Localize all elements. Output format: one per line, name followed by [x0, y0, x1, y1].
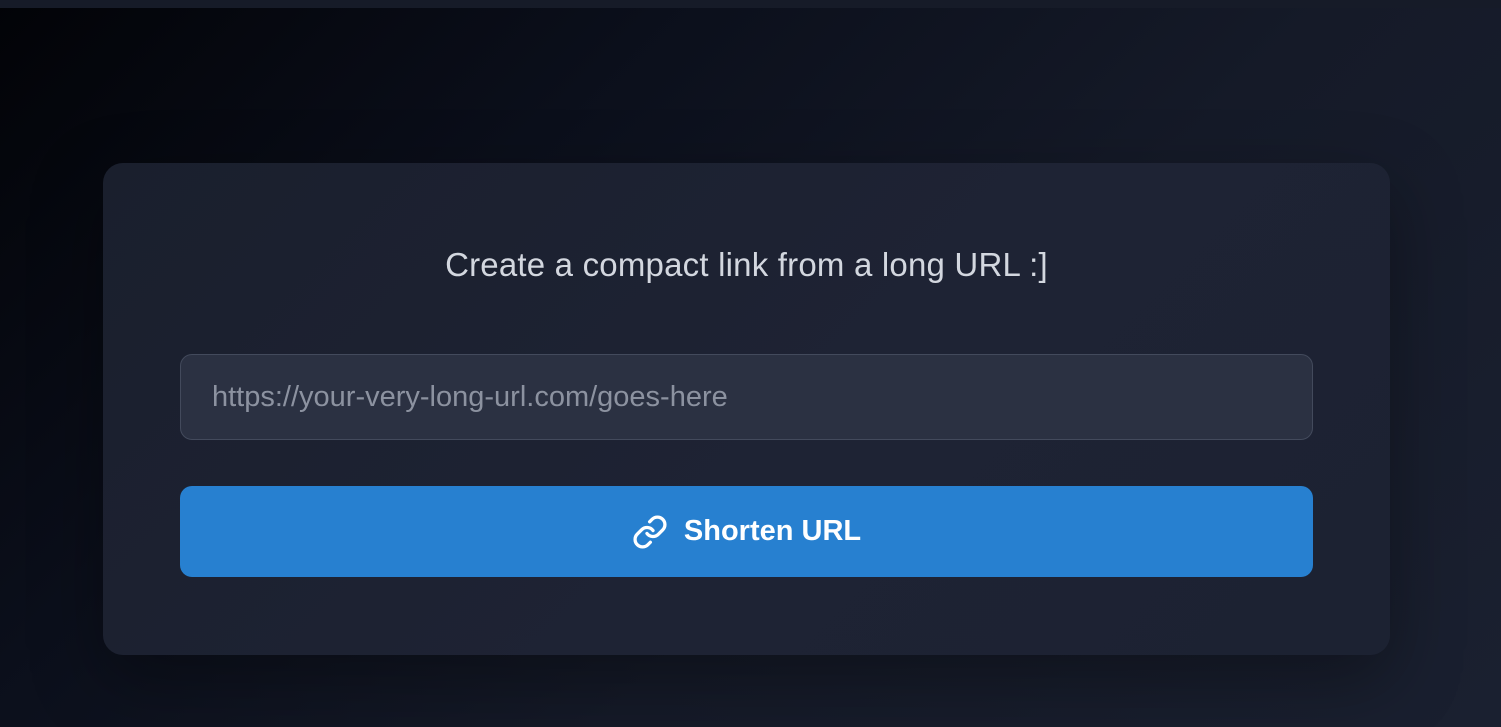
link-icon [632, 514, 668, 550]
page-title: Create a compact link from a long URL :] [445, 246, 1048, 283]
url-input[interactable] [180, 354, 1313, 440]
shorten-url-button-label: Shorten URL [683, 515, 862, 547]
top-bar [0, 0, 1501, 8]
shorten-url-card: Create a compact link from a long URL :]… [103, 163, 1390, 655]
shorten-url-button[interactable]: Shorten URL [180, 486, 1313, 577]
